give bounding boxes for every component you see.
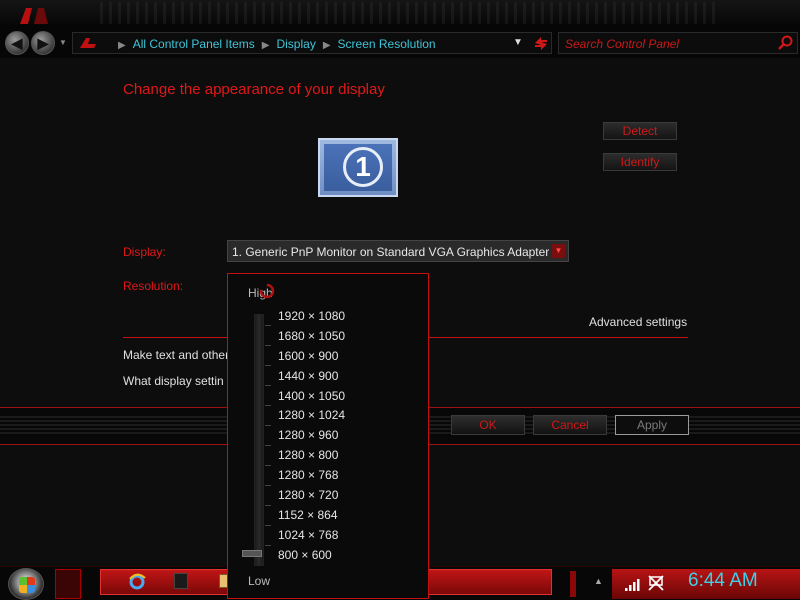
- window-title-bar: [0, 0, 800, 28]
- windows-flag-icon: [19, 577, 35, 593]
- show-hidden-icons-chevron-icon[interactable]: ▲: [594, 576, 603, 586]
- show-desktop-icon[interactable]: [55, 569, 81, 599]
- resolution-option[interactable]: 1280 × 768: [278, 466, 345, 486]
- slider-tick: [265, 485, 271, 486]
- resolution-option[interactable]: 1280 × 960: [278, 426, 345, 446]
- display-select-value: 1. Generic PnP Monitor on Standard VGA G…: [232, 245, 550, 259]
- search-icon[interactable]: [777, 35, 793, 51]
- ok-button[interactable]: OK: [451, 415, 525, 435]
- recent-pages-dropdown-icon[interactable]: ▼: [59, 38, 67, 47]
- monitor-number-badge: 1: [343, 147, 383, 187]
- slider-tick: [265, 405, 271, 406]
- breadcrumb-screen-resolution[interactable]: Screen Resolution: [338, 37, 436, 51]
- slider-tick: [265, 345, 271, 346]
- display-label: Display:: [123, 245, 166, 259]
- monitor-thumbnail[interactable]: 1: [318, 138, 398, 197]
- resolution-options-list: 1920 × 1080 1680 × 1050 1600 × 900 1440 …: [278, 307, 345, 566]
- breadcrumb-separator-icon: ▶: [261, 40, 270, 51]
- resolution-label: Resolution:: [123, 279, 184, 293]
- resolution-option[interactable]: 1024 × 768: [278, 526, 345, 546]
- text-size-link[interactable]: Make text and other: [123, 348, 229, 362]
- resolution-option[interactable]: 1280 × 720: [278, 486, 345, 506]
- signal-icon[interactable]: [625, 579, 641, 591]
- taskbar-clock[interactable]: 6:44 AM: [688, 570, 758, 592]
- breadcrumb-display[interactable]: Display: [276, 37, 315, 51]
- cancel-button[interactable]: Cancel: [533, 415, 607, 435]
- address-dropdown-icon[interactable]: ▼: [513, 37, 523, 48]
- internet-explorer-icon[interactable]: [128, 573, 146, 591]
- slider-tick: [265, 465, 271, 466]
- control-panel-icon: [80, 38, 96, 48]
- media-player-icon[interactable]: [174, 573, 188, 589]
- detect-button[interactable]: Detect: [603, 122, 677, 140]
- slider-low-label: Low: [248, 574, 271, 588]
- slider-tick: [265, 525, 271, 526]
- resolution-option[interactable]: 1152 × 864: [278, 506, 345, 526]
- slider-tick: [265, 545, 271, 546]
- resolution-option[interactable]: 1600 × 900: [278, 347, 345, 367]
- resolution-dropdown-popup[interactable]: High 1920 × 1080 1680 × 1050 1600 × 900 …: [227, 273, 429, 599]
- display-settings-help-link[interactable]: What display settin: [123, 374, 224, 388]
- breadcrumb-separator-icon: ▶: [118, 40, 126, 51]
- chevron-down-icon[interactable]: ▼: [552, 244, 565, 258]
- busy-cursor-icon: [259, 283, 275, 299]
- back-arrow-icon[interactable]: ◀: [5, 31, 29, 55]
- advanced-settings-link[interactable]: Advanced settings: [589, 315, 687, 329]
- search-input[interactable]: [565, 36, 765, 51]
- apply-button[interactable]: Apply: [615, 415, 689, 435]
- taskbar-separator: [570, 571, 576, 597]
- forward-arrow-icon[interactable]: ▶: [31, 31, 55, 55]
- slider-tick: [265, 325, 271, 326]
- resolution-option[interactable]: 1920 × 1080: [278, 307, 345, 327]
- search-box[interactable]: [558, 32, 798, 54]
- slider-tick: [265, 445, 271, 446]
- page-title: Change the appearance of your display: [123, 81, 385, 98]
- breadcrumb: ▶ All Control Panel Items ▶ Display ▶ Screen …: [111, 37, 436, 51]
- resolution-option[interactable]: 1680 × 1050: [278, 327, 345, 347]
- resolution-option[interactable]: 1440 × 900: [278, 367, 345, 387]
- resolution-option-selected[interactable]: 800 × 600: [278, 546, 345, 566]
- slider-tick: [265, 365, 271, 366]
- breadcrumb-all-control-panel-items[interactable]: All Control Panel Items: [133, 37, 255, 51]
- navigation-bar: ◀ ▶ ▼ ▶ All Control Panel Items ▶ Display ▶ S…: [0, 28, 800, 58]
- network-icon[interactable]: [647, 575, 665, 591]
- address-bar[interactable]: ▶ All Control Panel Items ▶ Display ▶ Screen …: [72, 32, 552, 54]
- alienware-logo-icon: [20, 8, 48, 24]
- resolution-slider-track[interactable]: [254, 314, 271, 566]
- title-bar-texture: [100, 2, 720, 24]
- identify-button[interactable]: Identify: [603, 153, 677, 171]
- slider-tick: [265, 425, 271, 426]
- slider-tick: [265, 505, 271, 506]
- resolution-slider-thumb[interactable]: [242, 550, 262, 557]
- resolution-option[interactable]: 1280 × 1024: [278, 406, 345, 426]
- resolution-option[interactable]: 1280 × 800: [278, 446, 345, 466]
- breadcrumb-separator-icon: ▶: [322, 40, 331, 51]
- slider-tick: [265, 385, 271, 386]
- refresh-icon[interactable]: [532, 35, 550, 51]
- display-select[interactable]: 1. Generic PnP Monitor on Standard VGA G…: [227, 240, 569, 262]
- monitor-screen: 1: [324, 144, 392, 191]
- resolution-option[interactable]: 1400 × 1050: [278, 387, 345, 407]
- windows-start-icon[interactable]: [8, 568, 44, 600]
